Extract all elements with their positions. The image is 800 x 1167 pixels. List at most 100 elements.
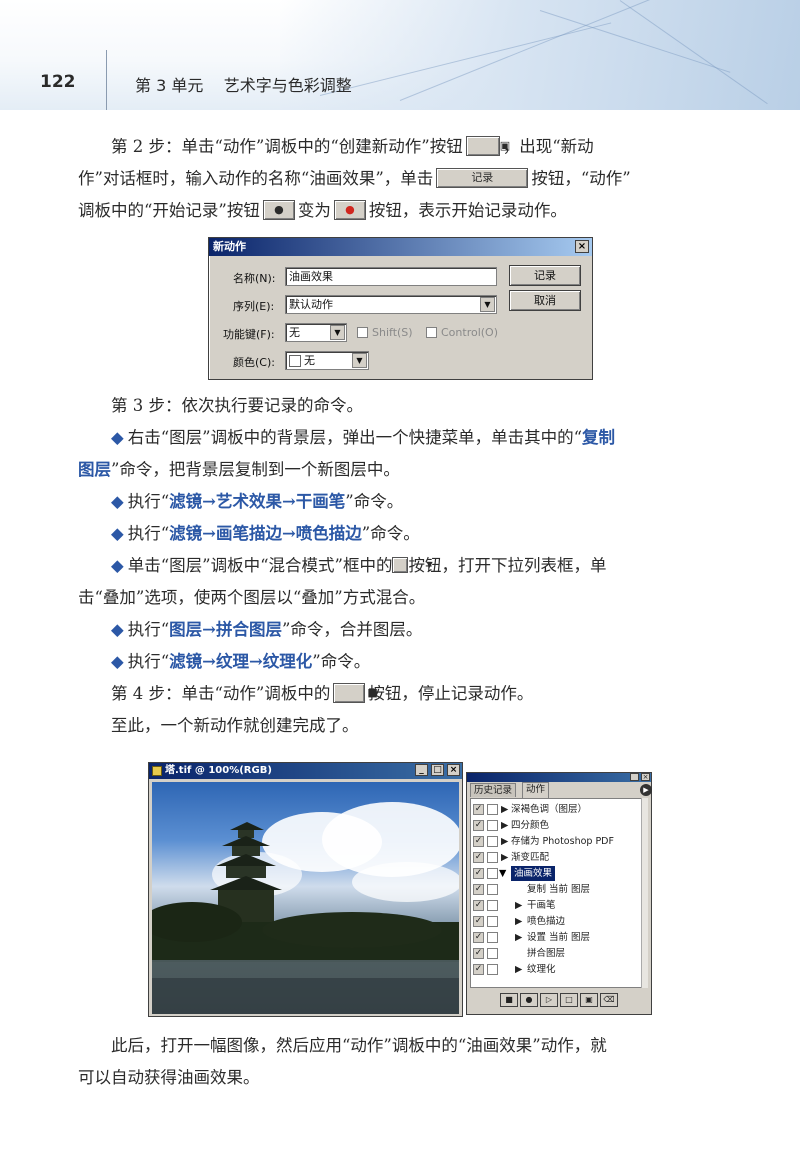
- bullet6-highlight: 滤镜→纹理→纹理化: [169, 652, 313, 671]
- create-new-action-icon: ▣: [465, 135, 510, 156]
- step2-text-7: 按钮，表示开始记录动作。: [368, 201, 567, 220]
- fkey-select[interactable]: 无 ▼: [285, 323, 347, 342]
- expand-icon: ▶: [515, 964, 523, 975]
- play-icon[interactable]: ▷: [540, 993, 558, 1007]
- color-swatch: [289, 355, 301, 367]
- step2-text-2: ，出现“新动: [502, 137, 594, 156]
- check-icon: ✓: [473, 836, 484, 847]
- set-label: 序列(E):: [233, 300, 275, 313]
- bullet5-text: 执行“: [127, 620, 170, 639]
- set-select-value: 默认动作: [289, 298, 333, 311]
- record-icon[interactable]: ●: [520, 993, 538, 1007]
- image-window-title: 塔.tif @ 100%(RGB): [165, 765, 272, 776]
- chevron-down-icon[interactable]: ▼: [352, 353, 367, 368]
- close-icon[interactable]: ×: [447, 764, 460, 776]
- recording-icon: ●: [333, 199, 366, 220]
- record-button-illustration: 记录: [436, 167, 529, 188]
- close-icon[interactable]: ×: [575, 240, 589, 253]
- list-item-selected[interactable]: ✓ ▼ 油画效果: [471, 866, 643, 882]
- set-select[interactable]: 默认动作 ▼: [285, 295, 497, 314]
- panel-menu-icon[interactable]: ▶: [640, 784, 652, 796]
- start-record-icon: ●: [262, 199, 295, 220]
- bullet-icon: ◆: [111, 524, 124, 543]
- maximize-icon[interactable]: □: [431, 764, 444, 776]
- list-item[interactable]: ✓ ▶ 干画笔: [471, 898, 643, 914]
- expand-icon: ▶: [515, 932, 523, 943]
- stop-icon: ■: [333, 682, 378, 703]
- check-icon: ✓: [473, 948, 484, 959]
- expand-icon: ▶: [515, 916, 523, 927]
- page-header: 122 第 3 单元 艺术字与色彩调整: [0, 0, 800, 110]
- minimize-icon[interactable]: _: [415, 764, 428, 776]
- actions-panel: × 历史记录 动作 ▶ ✓ ▶ 深褐色调（图层） ✓ ▶ 四分颜色 ✓ ▶ 存储为 Phot…: [466, 772, 652, 1015]
- check-icon: ✓: [473, 900, 484, 911]
- color-select-value: 无: [304, 354, 315, 367]
- check-icon: ✓: [473, 804, 484, 815]
- color-select[interactable]: 无 ▼: [285, 351, 369, 370]
- list-item[interactable]: ✓ 拼合图层: [471, 946, 643, 962]
- panel-titlebar: ×: [467, 773, 651, 782]
- bullet5-highlight: 图层→拼合图层: [169, 620, 282, 639]
- closing-paragraph: 此后，打开一幅图像，然后应用“动作”调板中的“油画效果”动作，就 可以自动获得油…: [78, 1030, 726, 1094]
- check-icon: ✓: [473, 852, 484, 863]
- chevron-down-icon[interactable]: ▼: [330, 325, 345, 340]
- check-icon: ✓: [473, 916, 484, 927]
- expand-icon: ▶: [501, 820, 509, 831]
- bullet-icon: ◆: [111, 428, 124, 447]
- closing-text-1: 此后，打开一幅图像，然后应用“动作”调板中的“油画效果”动作，就: [111, 1036, 607, 1055]
- bullet-icon: ◆: [111, 492, 124, 511]
- new-set-icon[interactable]: □: [560, 993, 578, 1007]
- bullet1-text-2: ”命令，把背景层复制到一个新图层中。: [111, 460, 400, 479]
- list-item[interactable]: ✓ ▶ 深褐色调（图层）: [471, 802, 643, 818]
- expand-icon: ▶: [515, 900, 523, 911]
- check-icon: ✓: [473, 868, 484, 879]
- panel-scrollbar[interactable]: [641, 798, 648, 988]
- chevron-down-icon[interactable]: ▼: [480, 297, 495, 312]
- chevron-down-icon: ▼: [392, 556, 433, 573]
- shift-checkbox[interactable]: [357, 327, 368, 338]
- expand-icon: ▶: [501, 804, 509, 815]
- check-icon: ✓: [473, 820, 484, 831]
- step2-text-4: 按钮，“动作”: [531, 169, 631, 188]
- list-item[interactable]: ✓ ▶ 渐变匹配: [471, 850, 643, 866]
- color-label: 颜色(C):: [233, 356, 275, 369]
- bullet-icon: ◆: [111, 652, 124, 671]
- list-item[interactable]: ✓ ▶ 设置 当前 图层: [471, 930, 643, 946]
- list-item[interactable]: ✓ ▶ 纹理化: [471, 962, 643, 978]
- bullet3-text: 执行“: [127, 524, 170, 543]
- new-action-icon[interactable]: ▣: [580, 993, 598, 1007]
- control-checkbox[interactable]: [426, 327, 437, 338]
- fkey-label: 功能键(F):: [223, 328, 275, 341]
- minimize-icon[interactable]: [630, 773, 639, 781]
- bullet2-highlight: 滤镜→艺术效果→干画笔: [169, 492, 346, 511]
- tab-history[interactable]: 历史记录: [470, 783, 517, 797]
- step2-text-1: 第 2 步：单击“动作”调板中的“创建新动作”按钮: [111, 137, 463, 156]
- cancel-button[interactable]: 取消: [509, 290, 581, 311]
- check-icon: ✓: [473, 932, 484, 943]
- list-item[interactable]: ✓ 复制 当前 图层: [471, 882, 643, 898]
- name-input[interactable]: 油画效果: [285, 267, 497, 286]
- bullet6-text-2: ”命令。: [312, 652, 371, 671]
- header-divider: [106, 50, 107, 110]
- step2-text-3: 作”对话框时，输入动作的名称“油画效果”，单击: [78, 169, 434, 188]
- list-item[interactable]: ✓ ▶ 喷色描边: [471, 914, 643, 930]
- pagoda-photo: [152, 782, 459, 1014]
- trash-icon[interactable]: ⌫: [600, 993, 618, 1007]
- bullet5-text-2: ”命令，合并图层。: [281, 620, 423, 639]
- closing-text-2: 可以自动获得油画效果。: [78, 1068, 260, 1087]
- tab-actions[interactable]: 动作: [522, 782, 550, 798]
- list-item[interactable]: ✓ ▶ 四分颜色: [471, 818, 643, 834]
- list-item[interactable]: ✓ ▶ 存储为 Photoshop PDF: [471, 834, 643, 850]
- dialog-titlebar: 新动作 ×: [209, 238, 592, 256]
- bullet6-text: 执行“: [127, 652, 170, 671]
- step2-text-6: 变为: [297, 201, 331, 220]
- new-action-dialog: 新动作 × 名称(N): 油画效果 序列(E): 默认动作 ▼ 功能键(F): …: [208, 237, 593, 380]
- expand-icon: ▶: [501, 836, 509, 847]
- bullet-icon: ◆: [111, 556, 124, 575]
- stop-icon[interactable]: ■: [500, 993, 518, 1007]
- header-decoration: [280, 0, 800, 110]
- record-button[interactable]: 记录: [509, 265, 581, 286]
- pagoda-silhouette: [152, 822, 459, 1014]
- control-label: Control(O): [441, 326, 499, 339]
- close-icon[interactable]: ×: [641, 773, 650, 781]
